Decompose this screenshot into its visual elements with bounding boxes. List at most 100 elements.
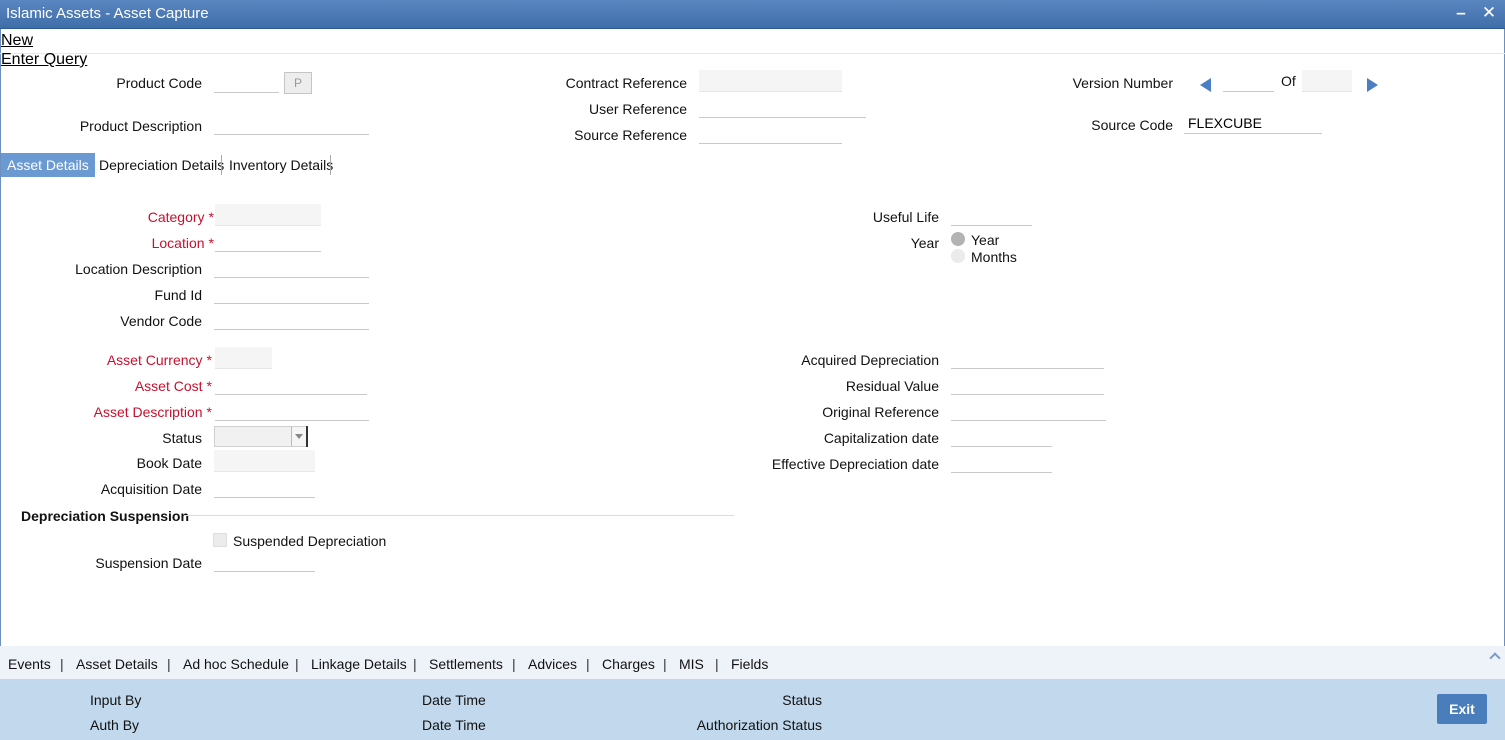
acquisition-date-label: Acquisition Date — [100, 481, 202, 497]
version-total-input[interactable] — [1302, 70, 1352, 92]
section-divider — [185, 515, 734, 516]
link-separator: | — [295, 656, 299, 672]
capitalization-date-input[interactable] — [951, 425, 1052, 447]
version-number-label: Version Number — [1072, 75, 1173, 91]
tab-depreciation-details[interactable]: Depreciation Details — [93, 153, 230, 177]
vendor-code-label: Vendor Code — [120, 313, 202, 329]
contract-reference-input[interactable] — [699, 70, 842, 92]
of-label: Of — [1281, 73, 1296, 89]
acquired-depreciation-input[interactable] — [951, 347, 1104, 369]
minimize-icon[interactable]: – — [1451, 3, 1471, 23]
link-separator: | — [60, 656, 64, 672]
user-reference-input[interactable] — [699, 96, 866, 118]
product-description-input[interactable] — [214, 113, 369, 135]
status-label: Status — [162, 430, 202, 446]
residual-value-label: Residual Value — [845, 378, 939, 394]
user-reference-label: User Reference — [588, 101, 687, 117]
chevron-down-icon[interactable] — [291, 427, 306, 446]
radio-months-label: Months — [971, 249, 1017, 265]
product-code-pick-button[interactable]: P — [284, 72, 312, 94]
acquired-depreciation-label: Acquired Depreciation — [801, 352, 939, 368]
asset-currency-input[interactable] — [215, 347, 272, 369]
useful-life-input[interactable] — [951, 204, 1032, 226]
location-input[interactable] — [215, 230, 321, 252]
linkage-details-link[interactable]: Linkage Details — [311, 656, 407, 672]
capitalization-date-label: Capitalization date — [823, 430, 939, 446]
fields-link[interactable]: Fields — [731, 656, 768, 672]
auth-by-label: Auth By — [90, 717, 140, 733]
effective-depreciation-date-input[interactable] — [951, 451, 1052, 473]
link-separator: | — [413, 656, 417, 672]
source-code-label: Source Code — [1091, 117, 1173, 133]
fund-id-label: Fund Id — [154, 287, 202, 303]
input-by-label: Input By — [90, 692, 142, 708]
asset-currency-label: Asset Currency * — [106, 352, 212, 368]
year-label: Year — [910, 235, 939, 251]
link-separator: | — [715, 656, 719, 672]
product-code-input[interactable] — [214, 71, 279, 93]
previous-version-icon[interactable] — [1200, 78, 1211, 92]
events-link[interactable]: Events — [8, 656, 51, 672]
asset-cost-input[interactable] — [215, 373, 367, 395]
radio-year[interactable] — [951, 232, 965, 246]
location-label: Location * — [151, 235, 214, 251]
category-label: Category * — [147, 209, 214, 225]
radio-year-label: Year — [971, 232, 1000, 248]
product-description-label: Product Description — [79, 118, 202, 134]
category-input[interactable] — [215, 204, 321, 226]
book-date-input[interactable] — [214, 450, 315, 472]
suspended-depreciation-label: Suspended Depreciation — [233, 533, 387, 549]
settlements-link[interactable]: Settlements — [429, 656, 503, 672]
status-select[interactable] — [214, 426, 308, 447]
tab-inventory-details[interactable]: Inventory Details — [223, 153, 339, 177]
suspended-depreciation-checkbox[interactable] — [213, 533, 227, 547]
bottom-link-bar: Events | Asset Details | Ad hoc Schedule… — [0, 646, 1505, 679]
authorization-status-label: Authorization Status — [696, 717, 822, 733]
tab-asset-details[interactable]: Asset Details — [1, 153, 95, 177]
window-title: Islamic Assets - Asset Capture — [6, 5, 209, 22]
original-reference-input[interactable] — [951, 399, 1106, 421]
product-code-label: Product Code — [116, 75, 202, 91]
auth-date-time-label: Date Time — [422, 717, 486, 733]
asset-description-label: Asset Description * — [93, 404, 212, 420]
location-description-input[interactable] — [214, 256, 369, 278]
new-link[interactable]: New — [1, 32, 33, 50]
book-date-label: Book Date — [136, 455, 202, 471]
location-description-label: Location Description — [75, 261, 202, 277]
effective-depreciation-date-label: Effective Depreciation date — [771, 456, 939, 472]
charges-link[interactable]: Charges — [602, 656, 655, 672]
acquisition-date-input[interactable] — [214, 476, 315, 498]
advices-link[interactable]: Advices — [528, 656, 577, 672]
source-reference-input[interactable] — [699, 122, 842, 144]
version-number-input[interactable] — [1223, 70, 1274, 92]
source-code-input[interactable] — [1184, 112, 1322, 134]
suspension-date-input[interactable] — [214, 550, 315, 572]
tab-divider — [330, 155, 331, 175]
collapse-icon[interactable] — [1489, 652, 1501, 664]
ad-hoc-schedule-link[interactable]: Ad hoc Schedule — [183, 656, 289, 672]
fund-id-input[interactable] — [214, 282, 369, 304]
asset-description-input[interactable] — [215, 399, 369, 421]
next-version-icon[interactable] — [1367, 78, 1378, 92]
link-separator: | — [586, 656, 590, 672]
suspension-date-label: Suspension Date — [95, 555, 202, 571]
asset-details-link[interactable]: Asset Details — [76, 656, 158, 672]
exit-button[interactable]: Exit — [1437, 694, 1487, 724]
link-separator: | — [167, 656, 171, 672]
source-reference-label: Source Reference — [574, 127, 687, 143]
useful-life-label: Useful Life — [872, 209, 939, 225]
radio-months[interactable] — [951, 249, 965, 263]
close-icon[interactable]: ✕ — [1479, 3, 1499, 23]
mis-link[interactable]: MIS — [679, 656, 704, 672]
original-reference-label: Original Reference — [822, 404, 939, 420]
divider — [0, 53, 1505, 54]
residual-value-input[interactable] — [951, 373, 1104, 395]
contract-reference-label: Contract Reference — [565, 75, 687, 91]
vendor-code-input[interactable] — [214, 308, 369, 330]
enter-query-link[interactable]: Enter Query — [1, 51, 87, 69]
link-separator: | — [512, 656, 516, 672]
input-date-time-label: Date Time — [422, 692, 486, 708]
depreciation-suspension-title: Depreciation Suspension — [21, 508, 190, 524]
tab-divider — [221, 155, 222, 175]
link-separator: | — [663, 656, 667, 672]
